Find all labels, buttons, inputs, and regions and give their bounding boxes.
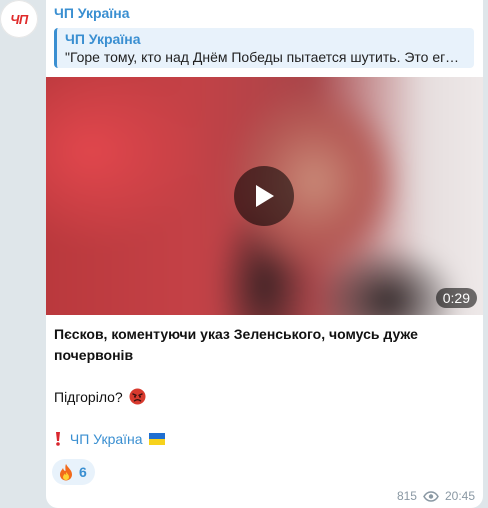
play-button[interactable] <box>234 166 294 226</box>
reply-snippet: "Горе тому, кто над Днём Победы пытается… <box>65 49 466 65</box>
eye-icon <box>423 490 439 502</box>
view-count: 815 <box>396 489 417 503</box>
message-bubble: ЧП Україна ЧП Україна "Горе тому, кто на… <box>46 0 483 508</box>
post-headline-line1: Пєсков, коментуючи указ Зеленського, чом… <box>54 326 418 342</box>
avatar-logo-text: ЧП <box>10 11 28 27</box>
video-player[interactable]: 0:29 <box>46 77 483 315</box>
reaction-count: 6 <box>79 464 87 480</box>
video-duration: 0:29 <box>435 288 477 308</box>
channel-avatar[interactable]: ЧП <box>0 0 38 38</box>
fire-icon <box>60 464 72 481</box>
exclamation-icon <box>56 432 60 446</box>
post-question-text: Підгоріло? <box>54 389 123 405</box>
angry-face-icon <box>129 388 146 405</box>
message-time: 20:45 <box>444 489 475 503</box>
post-question: Підгоріло? <box>54 387 474 408</box>
post-footer: ЧП Україна <box>54 429 474 450</box>
sender-name[interactable]: ЧП Україна <box>54 5 130 21</box>
post-text: Пєсков, коментуючи указ Зеленського, чом… <box>54 324 474 450</box>
message-meta: 815 20:45 <box>397 489 475 503</box>
play-icon <box>256 185 274 207</box>
reply-quote[interactable]: ЧП Україна "Горе тому, кто над Днём Побе… <box>54 28 474 68</box>
reply-author: ЧП Україна <box>65 31 141 47</box>
channel-link[interactable]: ЧП Україна <box>70 431 143 447</box>
post-headline-line2: почервонів <box>54 347 134 363</box>
ukraine-flag-icon <box>149 433 166 445</box>
reaction-fire[interactable]: 6 <box>52 459 95 485</box>
